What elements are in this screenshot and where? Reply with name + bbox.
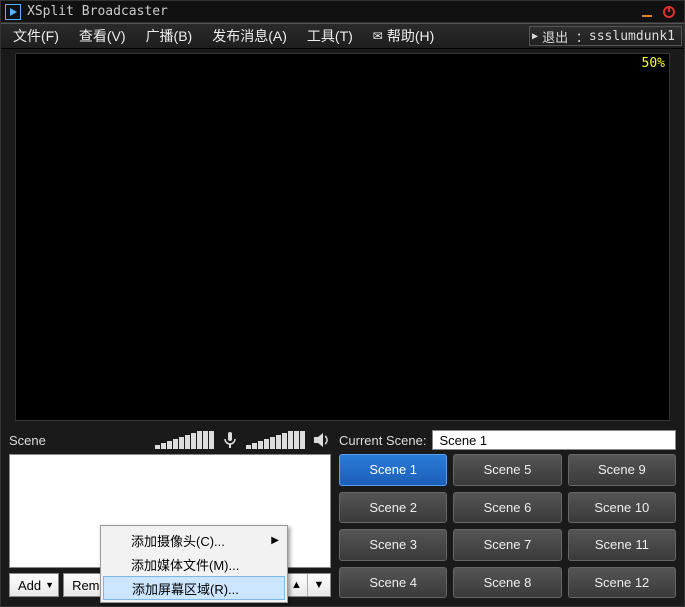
current-scene-row: Current Scene: Scene 1 (339, 426, 676, 454)
scene-button-5[interactable]: Scene 5 (453, 454, 561, 486)
preview-area: 50% (1, 49, 684, 426)
logout-prefix: 退出 ： (542, 27, 589, 46)
menu-help-label: 帮助(H) (387, 26, 434, 46)
zoom-indicator: 50% (642, 56, 665, 71)
scene-button-11[interactable]: Scene 11 (568, 529, 676, 561)
scene-button-1[interactable]: Scene 1 (339, 454, 447, 486)
preview-canvas[interactable]: 50% (15, 53, 670, 421)
scene-button-2[interactable]: Scene 2 (339, 492, 447, 524)
titlebar: XSplit Broadcaster (1, 1, 684, 23)
dropdown-caret-icon: ▼ (45, 580, 54, 590)
mic-icon[interactable] (220, 430, 240, 450)
move-up-button[interactable]: ▲ (286, 574, 308, 596)
menu-broadcast[interactable]: 广播(B) (136, 24, 203, 48)
app-title: XSplit Broadcaster (27, 4, 168, 19)
current-scene-input[interactable]: Scene 1 (432, 430, 676, 450)
speaker-icon[interactable] (311, 430, 331, 450)
scene-button-3[interactable]: Scene 3 (339, 529, 447, 561)
scene-button-8[interactable]: Scene 8 (453, 567, 561, 599)
menu-publish[interactable]: 发布消息(A) (202, 24, 297, 48)
logout-button[interactable]: ▶ 退出 ： ssslumdunk1 (529, 26, 682, 46)
speaker-volume-meter[interactable] (246, 431, 305, 449)
add-source-context-menu: 添加摄像头(C)...▶添加媒体文件(M)...添加屏幕区域(R)... (100, 525, 288, 603)
submenu-arrow-icon: ▶ (271, 535, 279, 546)
scene-button-4[interactable]: Scene 4 (339, 567, 447, 599)
add-label: Add (18, 578, 41, 593)
scene-button-10[interactable]: Scene 10 (568, 492, 676, 524)
context-menu-item-0[interactable]: 添加摄像头(C)...▶ (103, 528, 285, 552)
logout-username: ssslumdunk1 (589, 29, 675, 44)
scene-switcher-panel: Current Scene: Scene 1 Scene 1Scene 2Sce… (339, 426, 676, 598)
move-down-button[interactable]: ▼ (308, 574, 330, 596)
context-menu-item-2[interactable]: 添加屏幕区域(R)... (103, 576, 285, 600)
minimize-button[interactable] (636, 3, 658, 21)
menu-help[interactable]: ✉ 帮助(H) (363, 24, 445, 48)
menu-view[interactable]: 查看(V) (69, 24, 136, 48)
reorder-buttons: ▲ ▼ (285, 573, 331, 597)
scene-label: Scene (9, 433, 46, 448)
add-source-button[interactable]: Add ▼ (9, 573, 59, 597)
scene-button-6[interactable]: Scene 6 (453, 492, 561, 524)
mail-icon: ✉ (373, 29, 383, 43)
menubar: 文件(F) 查看(V) 广播(B) 发布消息(A) 工具(T) ✉ 帮助(H) … (1, 23, 684, 49)
close-button[interactable] (658, 3, 680, 21)
current-scene-label: Current Scene: (339, 433, 426, 448)
scene-button-7[interactable]: Scene 7 (453, 529, 561, 561)
play-icon: ▶ (532, 31, 538, 42)
menu-tools[interactable]: 工具(T) (297, 24, 363, 48)
mic-volume-meter[interactable] (155, 431, 214, 449)
menu-file[interactable]: 文件(F) (3, 24, 69, 48)
app-window: XSplit Broadcaster 文件(F) 查看(V) 广播(B) 发布消… (0, 0, 685, 607)
current-scene-value: Scene 1 (439, 433, 487, 448)
scene-button-9[interactable]: Scene 9 (568, 454, 676, 486)
scene-grid: Scene 1Scene 2Scene 3Scene 4Scene 5Scene… (339, 454, 676, 598)
scene-button-12[interactable]: Scene 12 (568, 567, 676, 599)
app-icon (5, 4, 21, 20)
scene-header: Scene (9, 426, 331, 454)
context-menu-item-1[interactable]: 添加媒体文件(M)... (103, 552, 285, 576)
